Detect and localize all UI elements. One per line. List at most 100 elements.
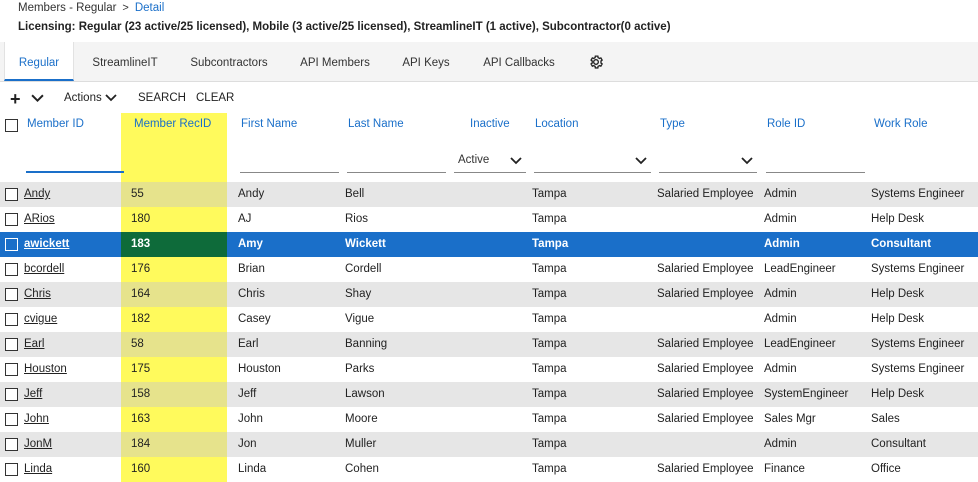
cell-member-id[interactable]: cvigue xyxy=(24,313,57,325)
row-checkbox[interactable] xyxy=(5,388,18,401)
cell-last-name: Banning xyxy=(345,338,388,350)
row-checkbox[interactable] xyxy=(5,213,18,226)
cell-role-id: LeadEngineer xyxy=(764,338,836,350)
cell-member-recid: 180 xyxy=(131,213,151,225)
cell-role-id: SystemEngineer xyxy=(764,388,849,400)
cell-first-name: Chris xyxy=(238,288,265,300)
cell-work-role: Office xyxy=(871,463,901,475)
location-filter-select[interactable] xyxy=(534,151,651,173)
tab-api-keys[interactable]: API Keys xyxy=(396,42,456,82)
inactive-filter-select[interactable]: Active xyxy=(454,151,526,173)
cell-member-id[interactable]: Linda xyxy=(24,463,52,475)
header-role-id[interactable]: Role ID xyxy=(767,118,805,130)
cell-member-id[interactable]: JonM xyxy=(24,438,52,450)
table-row[interactable]: ARios 180 AJ Rios Tampa Admin Help Desk xyxy=(0,207,978,232)
role-id-filter-input[interactable] xyxy=(766,151,865,173)
cell-member-id[interactable]: Houston xyxy=(24,363,67,375)
row-checkbox[interactable] xyxy=(5,438,18,451)
breadcrumb-separator: > xyxy=(122,2,129,14)
table-row[interactable]: JonM 184 Jon Muller Tampa Admin Consultant xyxy=(0,432,978,457)
chevron-down-icon xyxy=(741,157,753,165)
header-member-id[interactable]: Member ID xyxy=(27,118,84,130)
toolbar: + Actions SEARCH CLEAR xyxy=(0,88,978,112)
cell-member-id[interactable]: John xyxy=(24,413,49,425)
cell-work-role: Systems Engineer xyxy=(871,263,965,275)
cell-member-recid: 176 xyxy=(131,263,151,275)
cell-role-id: Admin xyxy=(764,238,800,250)
header-inactive[interactable]: Inactive xyxy=(470,118,510,130)
tab-bar: Regular StreamlineIT Subcontractors API … xyxy=(0,42,978,82)
cell-type: Salaried Employee xyxy=(657,463,754,475)
table-row[interactable]: Linda 160 Linda Cohen Tampa Salaried Employee… xyxy=(0,457,978,482)
row-checkbox[interactable] xyxy=(5,413,18,426)
row-checkbox[interactable] xyxy=(5,288,18,301)
cell-work-role: Systems Engineer xyxy=(871,338,965,350)
table-row[interactable]: awickett 183 Amy Wickett Tampa Admin Consultan… xyxy=(0,232,978,257)
cell-location: Tampa xyxy=(532,188,567,200)
table-row[interactable]: Houston 175 Houston Parks Tampa Salaried Empl… xyxy=(0,357,978,382)
cell-member-id[interactable]: Andy xyxy=(24,188,50,200)
actions-label: Actions xyxy=(64,92,102,104)
member-id-filter-input[interactable] xyxy=(26,151,124,173)
cell-work-role: Help Desk xyxy=(871,388,925,400)
cell-member-recid: 58 xyxy=(131,338,144,350)
cell-first-name: Linda xyxy=(238,463,267,475)
table-row[interactable]: Andy 55 Andy Bell Tampa Salaried Employee Admi… xyxy=(0,182,978,207)
clear-button[interactable]: CLEAR xyxy=(196,92,234,104)
tab-streamlineit[interactable]: StreamlineIT xyxy=(84,42,166,82)
tab-api-members[interactable]: API Members xyxy=(292,42,378,82)
chevron-down-icon xyxy=(510,157,522,165)
breadcrumb-parent: Members - Regular xyxy=(18,2,117,14)
row-checkbox[interactable] xyxy=(5,363,18,376)
select-all-checkbox[interactable] xyxy=(5,119,18,132)
header-location[interactable]: Location xyxy=(535,118,578,130)
cell-last-name: Cohen xyxy=(345,463,379,475)
cell-member-id[interactable]: Earl xyxy=(24,338,44,350)
add-menu-chevron-icon[interactable] xyxy=(31,94,44,103)
last-name-filter-input[interactable] xyxy=(347,151,446,173)
row-checkbox[interactable] xyxy=(5,313,18,326)
cell-member-id[interactable]: ARios xyxy=(24,213,55,225)
cell-member-id[interactable]: bcordell xyxy=(24,263,64,275)
cell-first-name: Jon xyxy=(238,438,257,450)
cell-first-name: Earl xyxy=(238,338,259,350)
row-checkbox[interactable] xyxy=(5,238,18,251)
cell-member-id[interactable]: Chris xyxy=(24,288,51,300)
table-row[interactable]: Chris 164 Chris Shay Tampa Salaried Employee A… xyxy=(0,282,978,307)
cell-work-role: Systems Engineer xyxy=(871,188,965,200)
cell-member-id[interactable]: awickett xyxy=(24,238,69,250)
row-checkbox[interactable] xyxy=(5,188,18,201)
add-button[interactable]: + xyxy=(10,90,21,108)
table-row[interactable]: Jeff 158 Jeff Lawson Tampa Salaried Employee S… xyxy=(0,382,978,407)
cell-member-id[interactable]: Jeff xyxy=(24,388,42,400)
gear-icon[interactable] xyxy=(588,54,604,70)
licensing-summary: Licensing: Regular (23 active/25 license… xyxy=(18,21,671,33)
table-row[interactable]: John 163 John Moore Tampa Salaried Employee Sa… xyxy=(0,407,978,432)
first-name-filter-input[interactable] xyxy=(240,151,339,173)
cell-work-role: Consultant xyxy=(871,238,932,250)
row-checkbox[interactable] xyxy=(5,263,18,276)
actions-menu-button[interactable]: Actions xyxy=(64,92,117,104)
cell-member-recid: 183 xyxy=(131,238,151,250)
table-row[interactable]: cvigue 182 Casey Vigue Tampa Admin Help Desk xyxy=(0,307,978,332)
cell-type: Salaried Employee xyxy=(657,188,754,200)
table-row[interactable]: bcordell 176 Brian Cordell Tampa Salaried Emp… xyxy=(0,257,978,282)
tab-api-callbacks[interactable]: API Callbacks xyxy=(476,42,562,82)
header-work-role[interactable]: Work Role xyxy=(874,118,927,130)
row-checkbox[interactable] xyxy=(5,338,18,351)
header-member-recid[interactable]: Member RecID xyxy=(134,118,211,130)
header-last-name[interactable]: Last Name xyxy=(348,118,404,130)
row-checkbox[interactable] xyxy=(5,463,18,476)
cell-type: Salaried Employee xyxy=(657,413,754,425)
table-row[interactable]: Earl 58 Earl Banning Tampa Salaried Employee L… xyxy=(0,332,978,357)
cell-type: Salaried Employee xyxy=(657,363,754,375)
tab-regular[interactable]: Regular xyxy=(4,42,74,81)
tab-subcontractors[interactable]: Subcontractors xyxy=(184,42,274,82)
type-filter-select[interactable] xyxy=(659,151,757,173)
header-first-name[interactable]: First Name xyxy=(241,118,297,130)
cell-member-recid: 160 xyxy=(131,463,151,475)
breadcrumb-current[interactable]: Detail xyxy=(135,2,164,14)
header-type[interactable]: Type xyxy=(660,118,685,130)
search-button[interactable]: SEARCH xyxy=(138,92,186,104)
cell-type: Salaried Employee xyxy=(657,338,754,350)
